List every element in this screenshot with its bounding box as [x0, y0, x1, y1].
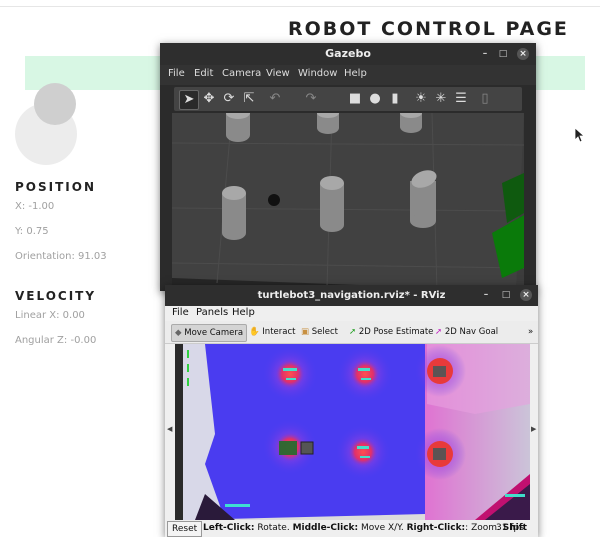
select-box-icon: ▣	[301, 327, 310, 337]
reset-button[interactable]: Reset	[167, 521, 203, 537]
hint-left-click-key: Left-Click:	[203, 523, 255, 533]
gazebo-menu-file[interactable]: File	[168, 68, 185, 79]
translate-icon[interactable]: ✥	[200, 90, 218, 108]
copy-icon[interactable]: ▯	[476, 90, 494, 108]
gazebo-title: Gazebo	[325, 47, 371, 60]
undo-icon[interactable]: ↶	[266, 90, 284, 108]
spot-light-icon[interactable]: ✳	[432, 90, 450, 108]
rviz-titlebar[interactable]: turtlebot3_navigation.rviz* - RViz – □ ×	[165, 285, 538, 306]
rviz-toolbar: ◆ Move Camera ✋ Interact ▣ Select ➚ 2D P…	[165, 321, 538, 344]
redo-icon[interactable]: ↷	[302, 90, 320, 108]
sphere-icon[interactable]: ●	[366, 90, 384, 108]
page-title: ROBOT CONTROL PAGE	[288, 18, 569, 40]
toolbar-overflow-icon[interactable]: »	[528, 324, 533, 340]
pose-estimate-tool[interactable]: ➚ 2D Pose Estimate	[349, 324, 433, 340]
select-arrow-icon[interactable]: ➤	[179, 90, 199, 110]
left-panel-collapse-icon[interactable]: ◀	[167, 425, 172, 433]
gazebo-3d-viewport[interactable]	[172, 113, 524, 291]
rviz-status-bar: Reset Left-Click: Rotate. Middle-Click: …	[165, 520, 538, 537]
close-icon[interactable]: ×	[517, 48, 529, 60]
gazebo-menu-camera[interactable]: Camera	[222, 68, 261, 79]
position-x: X: -1.00	[15, 201, 55, 212]
hint-left-click-val: Rotate.	[254, 523, 293, 533]
fps-readout: 31 fps	[496, 523, 524, 533]
nav-goal-tool[interactable]: ➚ 2D Nav Goal	[435, 324, 498, 340]
costmap-view	[175, 344, 530, 520]
directional-light-icon[interactable]: ☰	[452, 90, 470, 108]
nav-goal-label: 2D Nav Goal	[444, 327, 499, 337]
hint-middle-click-key: Middle-Click:	[292, 523, 359, 533]
position-y: Y: 0.75	[15, 226, 49, 237]
rviz-title: turtlebot3_navigation.rviz* - RViz	[257, 290, 446, 301]
position-orientation: Orientation: 91.03	[15, 251, 107, 262]
status-hint: Left-Click: Rotate. Middle-Click: Move X…	[203, 520, 527, 537]
camera-icon: ◆	[175, 328, 182, 338]
gazebo-menu-window[interactable]: Window	[298, 68, 337, 79]
point-light-icon[interactable]: ☀	[412, 90, 430, 108]
mouse-cursor-icon	[575, 128, 585, 143]
box-icon[interactable]: ■	[346, 90, 364, 108]
rotate-icon[interactable]: ⟳	[220, 90, 238, 108]
cylinder-icon[interactable]: ▮	[386, 90, 404, 108]
minimize-icon[interactable]: –	[479, 48, 491, 60]
hint-middle-click-val: Move X/Y.	[358, 523, 407, 533]
velocity-angular-z: Angular Z: -0.00	[15, 335, 97, 346]
rviz-window: turtlebot3_navigation.rviz* - RViz – □ ×…	[165, 285, 538, 537]
gazebo-menu-edit[interactable]: Edit	[194, 68, 213, 79]
gazebo-scene	[172, 113, 524, 291]
select-label: Select	[311, 327, 338, 337]
right-panel-collapse-icon[interactable]: ▶	[531, 425, 536, 433]
magenta-arrow-icon: ➚	[435, 327, 443, 337]
move-camera-tool[interactable]: ◆ Move Camera	[171, 324, 248, 342]
gazebo-menubar: File Edit Camera View Window Help	[160, 65, 536, 85]
close-icon[interactable]: ×	[520, 289, 532, 301]
rviz-menu-panels[interactable]: Panels	[196, 307, 228, 318]
gazebo-titlebar[interactable]: Gazebo – □ ×	[160, 43, 536, 65]
position-heading: POSITION	[15, 180, 96, 194]
pose-estimate-label: 2D Pose Estimate	[358, 327, 434, 337]
gazebo-toolbar: ➤ ✥ ⟳ ⇱ ↶ ↷ ■ ● ▮ ☀ ✳ ☰ ▯	[174, 87, 522, 111]
rviz-menu-help[interactable]: Help	[232, 307, 255, 318]
interact-tool[interactable]: ✋ Interact	[249, 324, 295, 340]
hand-icon: ✋	[249, 327, 260, 337]
select-tool[interactable]: ▣ Select	[301, 324, 338, 340]
rviz-3d-viewport[interactable]	[175, 344, 530, 520]
gazebo-menu-view[interactable]: View	[266, 68, 290, 79]
gazebo-menu-help[interactable]: Help	[344, 68, 367, 79]
maximize-icon[interactable]: □	[500, 289, 512, 301]
minimize-icon[interactable]: –	[480, 289, 492, 301]
rviz-menubar: File Panels Help	[165, 306, 538, 321]
gazebo-window: Gazebo – □ × File Edit Camera View Windo…	[160, 43, 536, 291]
green-arrow-icon: ➚	[349, 327, 357, 337]
joystick-knob[interactable]	[34, 83, 76, 125]
hint-right-click-key: Right-Click:	[406, 523, 466, 533]
top-divider	[0, 6, 600, 7]
maximize-icon[interactable]: □	[497, 48, 509, 60]
velocity-linear-x: Linear X: 0.00	[15, 310, 85, 321]
velocity-heading: VELOCITY	[15, 289, 97, 303]
scale-icon[interactable]: ⇱	[240, 90, 258, 108]
move-camera-label: Move Camera	[184, 328, 244, 338]
interact-label: Interact	[262, 327, 296, 337]
rviz-menu-file[interactable]: File	[172, 307, 189, 318]
